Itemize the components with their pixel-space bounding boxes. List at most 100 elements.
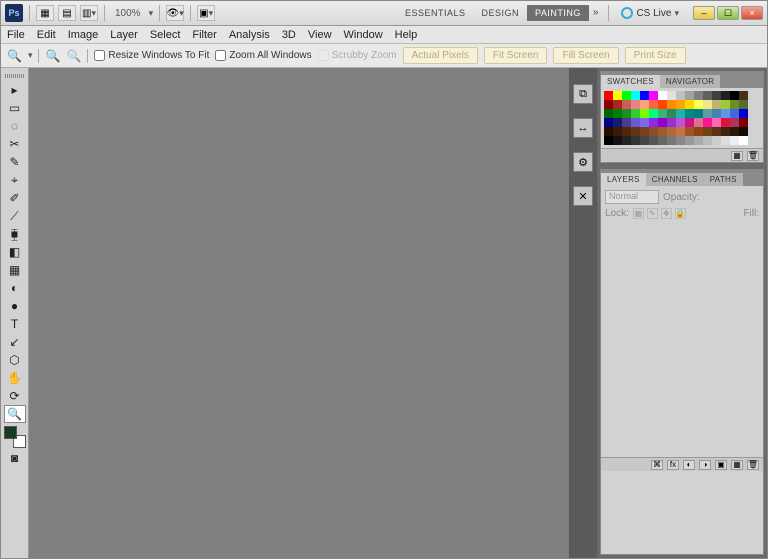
swatch[interactable] [721,136,730,145]
swatch[interactable] [667,136,676,145]
swatch[interactable] [694,118,703,127]
screenmode-icon[interactable]: ▣ ▾ [197,5,215,21]
swatch[interactable] [685,109,694,118]
swatch[interactable] [730,127,739,136]
swatch[interactable] [712,91,721,100]
swatch[interactable] [631,118,640,127]
tool-10[interactable]: ▦ [4,261,26,279]
tool-17[interactable]: ⟳ [4,387,26,405]
lock-position-icon[interactable]: ✥ [661,208,672,219]
lock-paint-icon[interactable]: ✎ [647,208,658,219]
swatch[interactable] [658,136,667,145]
swatch[interactable] [694,100,703,109]
tool-15[interactable]: ⬡ [4,351,26,369]
dock-icon-3[interactable]: ⚙ [573,152,593,172]
tool-5[interactable]: ⌖ [4,171,26,189]
tab-navigator[interactable]: NAVIGATOR [660,75,721,88]
swatch[interactable] [676,118,685,127]
swatch[interactable] [676,91,685,100]
swatch[interactable] [703,136,712,145]
fit-screen-button[interactable]: Fit Screen [484,47,548,64]
extras-icon[interactable]: 👁 ▾ [166,5,184,21]
layer-fx-icon[interactable]: fx [667,460,679,470]
swatch[interactable] [712,136,721,145]
tab-paths[interactable]: PATHS [704,173,743,186]
tool-18[interactable]: 🔍 [4,405,26,423]
swatch[interactable] [649,100,658,109]
swatch[interactable] [658,91,667,100]
swatch[interactable] [658,127,667,136]
swatch[interactable] [712,100,721,109]
swatch[interactable] [694,136,703,145]
swatch[interactable] [640,100,649,109]
maximize-button[interactable]: ☐ [717,6,739,20]
swatch[interactable] [685,100,694,109]
group-icon[interactable]: ▣ [715,460,727,470]
swatch[interactable] [721,127,730,136]
chevron-down-icon[interactable]: ▾ [149,8,154,19]
blend-mode-select[interactable]: Normal [605,190,659,204]
tool-2[interactable]: ◌ [4,117,26,135]
swatch[interactable] [649,118,658,127]
swatch[interactable] [622,91,631,100]
tool-9[interactable]: ◧ [4,243,26,261]
menu-filter[interactable]: Filter [192,29,216,41]
swatch[interactable] [739,91,748,100]
tool-7[interactable]: ⟋ [4,207,26,225]
workspace-tab-design[interactable]: DESIGN [474,5,528,21]
bridge-icon[interactable]: ▦ [36,5,54,21]
close-button[interactable]: × [741,6,763,20]
zoom-in-icon[interactable]: 🔍 [45,49,60,63]
swatch[interactable] [739,136,748,145]
swatch[interactable] [721,100,730,109]
link-layers-icon[interactable]: ⌘ [651,460,663,470]
swatch[interactable] [604,100,613,109]
swatch[interactable] [676,136,685,145]
tool-12[interactable]: ● [4,297,26,315]
print-size-button[interactable]: Print Size [625,47,686,64]
canvas[interactable] [29,68,569,558]
tool-3[interactable]: ✂ [4,135,26,153]
layer-mask-icon[interactable]: ◐ [683,460,695,470]
delete-layer-icon[interactable]: 🗑 [747,460,759,470]
menu-file[interactable]: File [7,29,25,41]
swatch[interactable] [676,127,685,136]
swatch[interactable] [703,100,712,109]
dock-icon-4[interactable]: ✕ [573,186,593,206]
swatch[interactable] [667,109,676,118]
swatch[interactable] [721,109,730,118]
swatch[interactable] [721,118,730,127]
tab-channels[interactable]: CHANNELS [646,173,704,186]
swatch[interactable] [685,127,694,136]
swatch[interactable] [631,136,640,145]
swatch[interactable] [739,109,748,118]
swatch[interactable] [739,100,748,109]
swatch[interactable] [712,109,721,118]
swatch[interactable] [613,127,622,136]
tool-11[interactable]: ◐ [4,279,26,297]
swatch[interactable] [730,109,739,118]
swatch[interactable] [739,118,748,127]
swatch[interactable] [694,91,703,100]
menu-window[interactable]: Window [344,29,383,41]
swatch[interactable] [622,100,631,109]
minimize-button[interactable]: – [693,6,715,20]
tool-4[interactable]: ✎ [4,153,26,171]
swatch[interactable] [739,127,748,136]
tab-swatches[interactable]: SWATCHES [601,75,660,88]
swatch[interactable] [613,118,622,127]
new-swatch-icon[interactable]: ▦ [731,151,743,161]
panel-grip[interactable] [5,74,25,78]
swatch[interactable] [649,109,658,118]
menu-analysis[interactable]: Analysis [229,29,270,41]
swatch[interactable] [667,100,676,109]
swatch[interactable] [649,127,658,136]
swatch[interactable] [712,118,721,127]
swatch[interactable] [640,136,649,145]
swatch[interactable] [631,100,640,109]
menu-3d[interactable]: 3D [282,29,296,41]
zoom-out-icon[interactable]: 🔍 [66,49,81,63]
swatch[interactable] [622,118,631,127]
tool-1[interactable]: ▭ [4,99,26,117]
swatch[interactable] [604,136,613,145]
